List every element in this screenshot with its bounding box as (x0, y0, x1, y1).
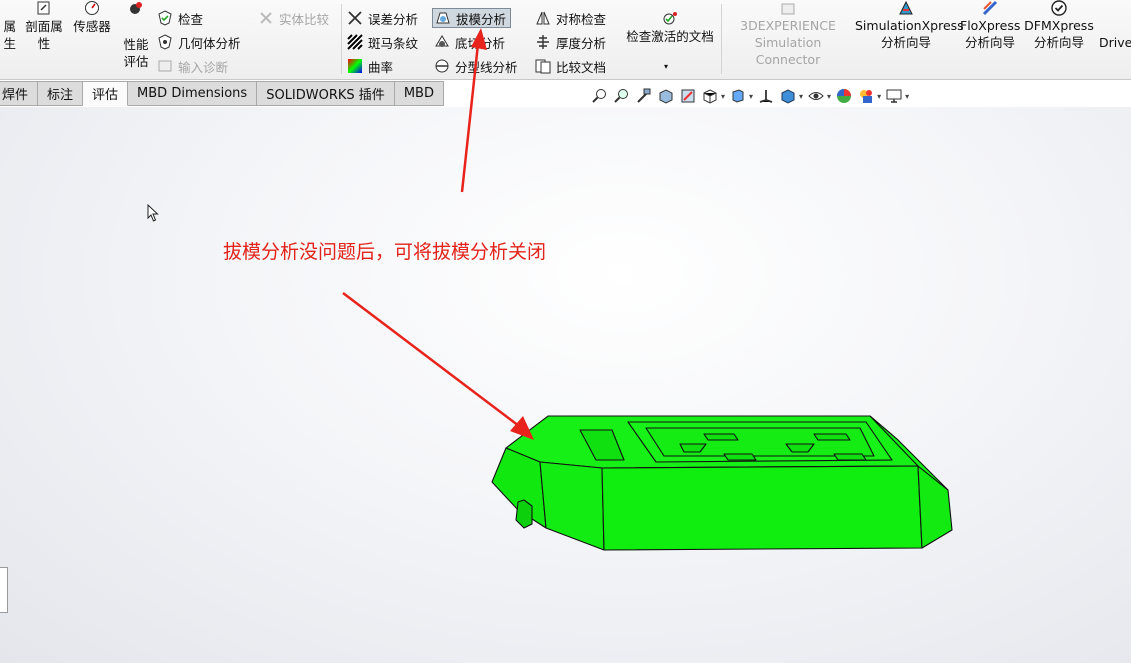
annotation-text: 拔模分析没问题后，可将拔模分析关闭 (223, 241, 547, 263)
arrow-to-model (342, 292, 534, 440)
arrow-to-draft-analysis (460, 28, 487, 193)
red-arrows-layer (342, 28, 534, 440)
